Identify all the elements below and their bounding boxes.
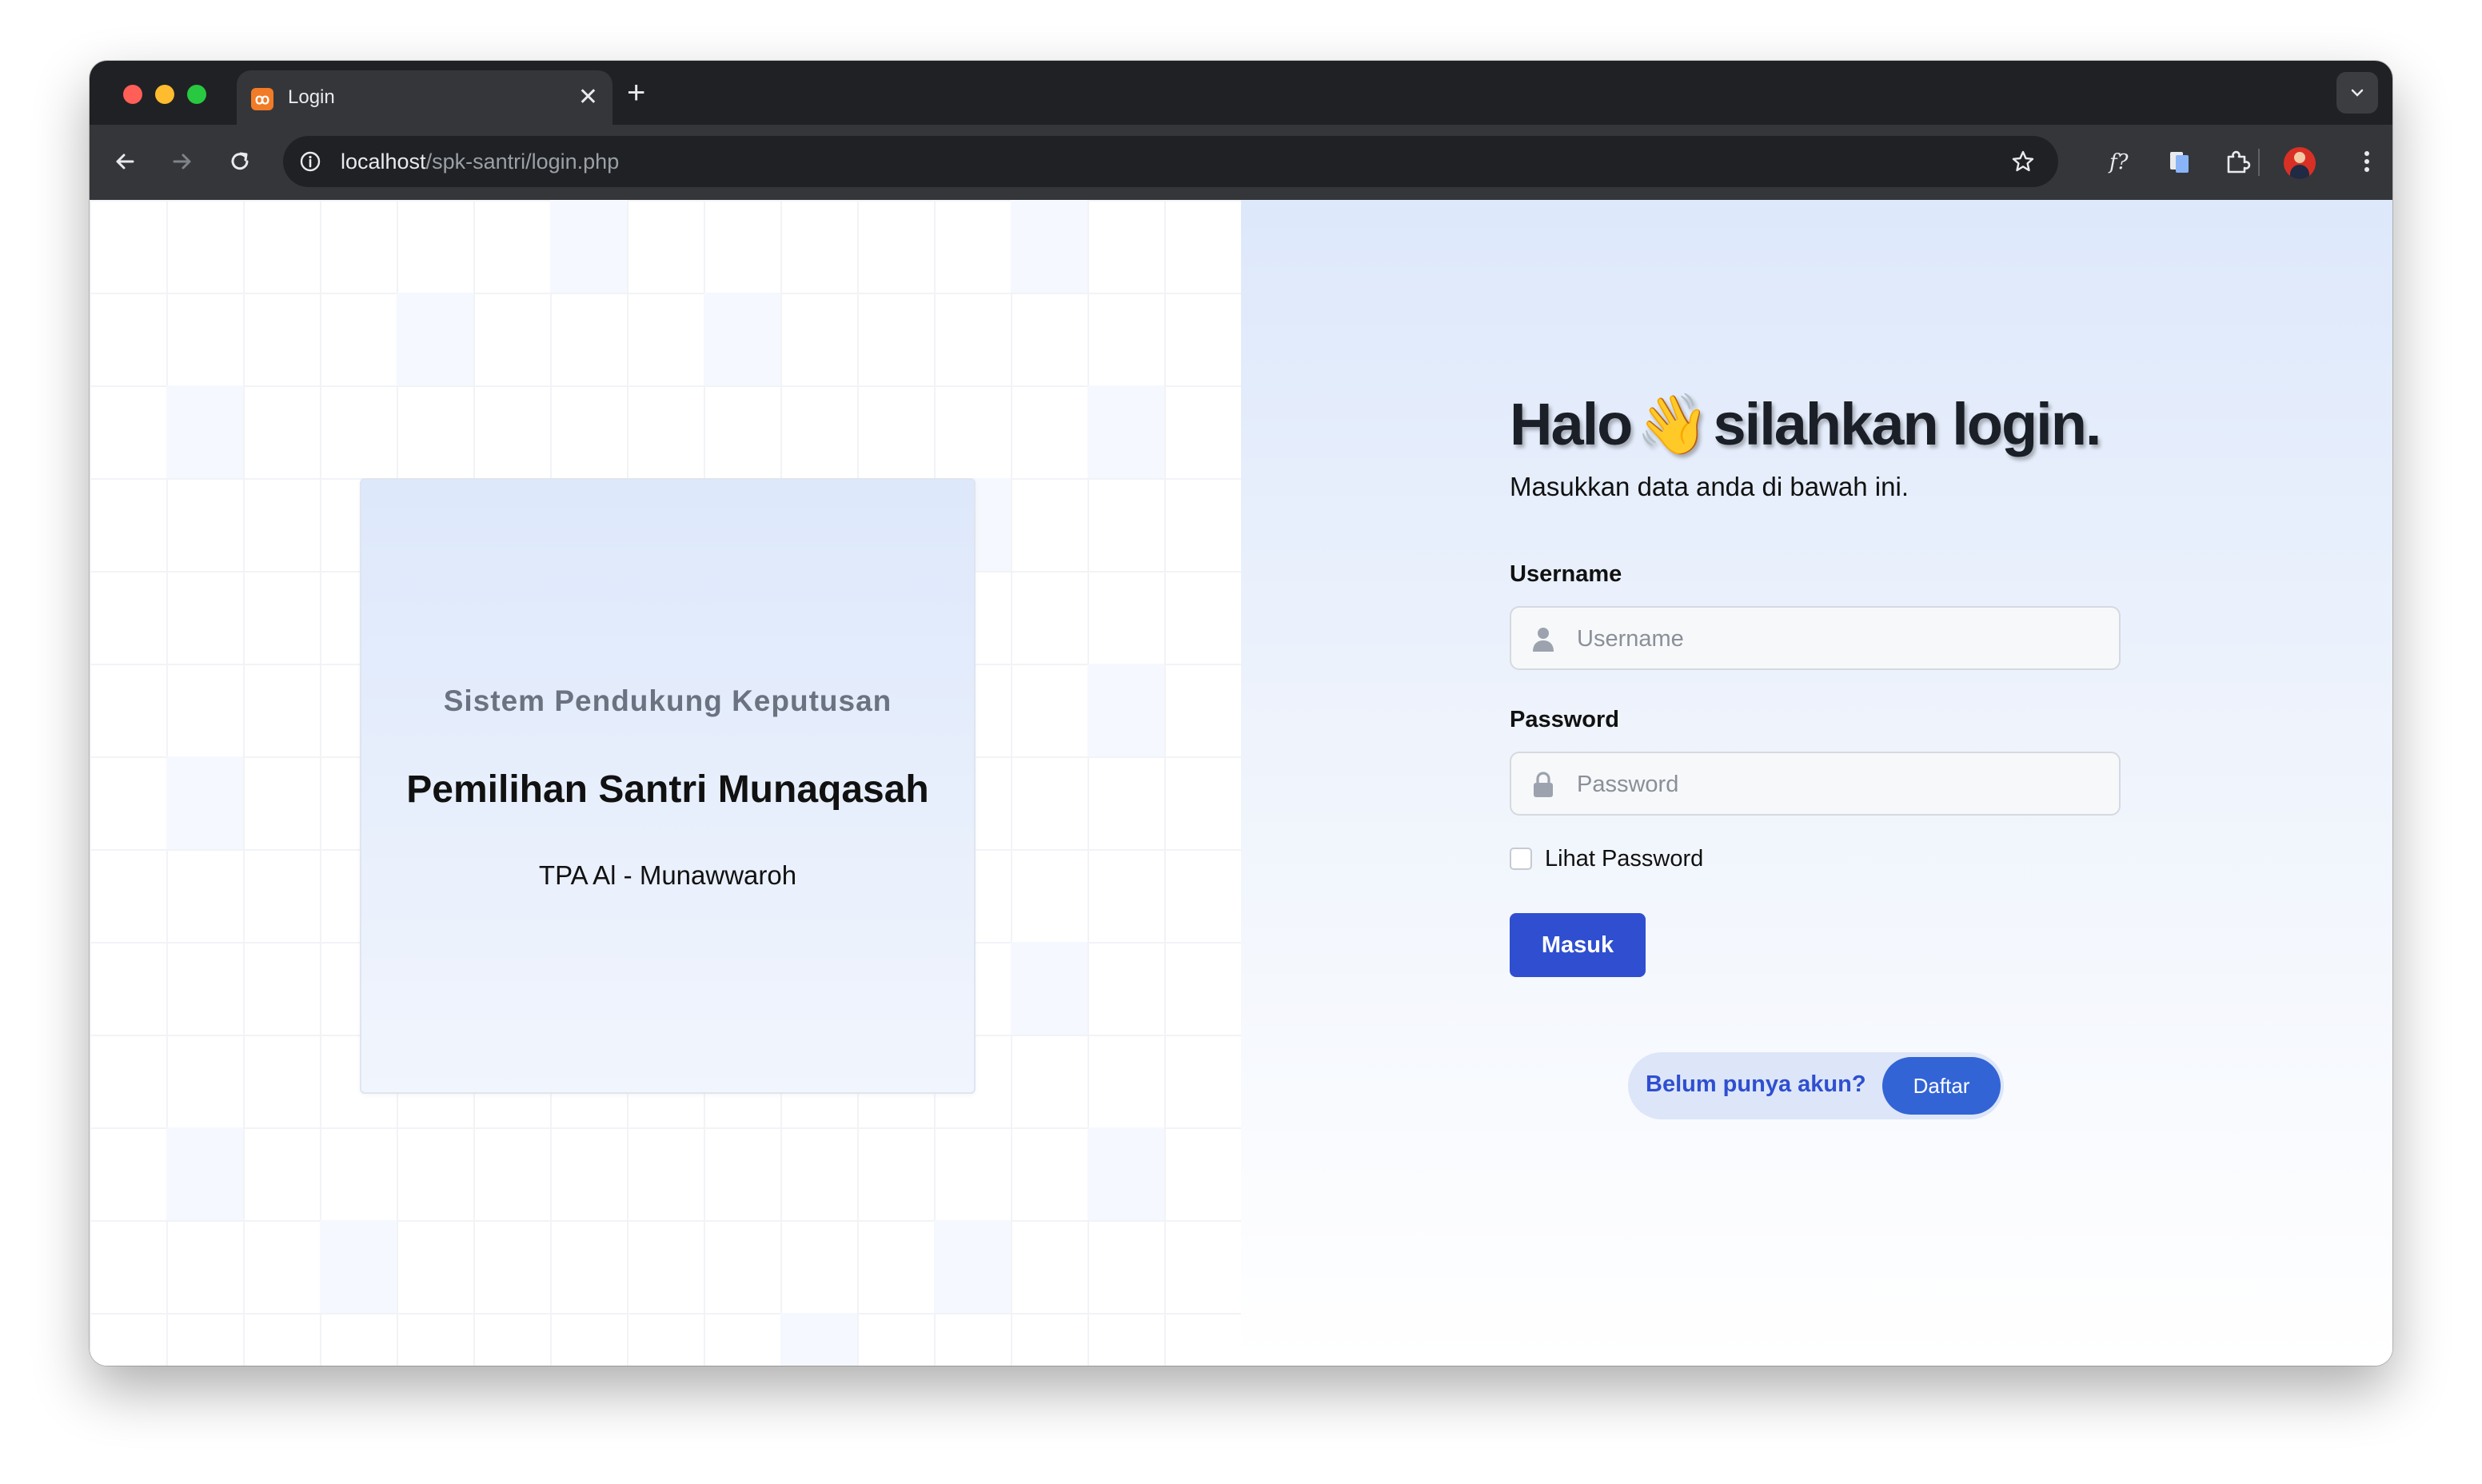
lock-icon bbox=[1534, 772, 1553, 797]
extensions-puzzle-icon[interactable] bbox=[2223, 147, 2252, 176]
tab-search-button[interactable] bbox=[2336, 72, 2378, 114]
tab-title: Login bbox=[288, 86, 335, 108]
url-path: /spk-santri/login.php bbox=[425, 150, 620, 174]
username-field[interactable] bbox=[1510, 606, 2121, 670]
reload-icon[interactable] bbox=[225, 147, 254, 176]
register-prompt-text: Belum punya akun? bbox=[1646, 1071, 1866, 1097]
tab-login[interactable]: ꝏ Login ✕ bbox=[237, 70, 613, 125]
heading-instruction: silahkan login. bbox=[1713, 391, 2102, 457]
browser-window: ꝏ Login ✕ + localhost/spk-santri/login.p… bbox=[90, 61, 2392, 1366]
login-panel: Halo👋silahkan login. Masukkan data anda … bbox=[1241, 200, 2392, 1366]
more-menu-icon[interactable] bbox=[2352, 147, 2381, 176]
register-prompt: Belum punya akun? Daftar bbox=[1628, 1052, 2004, 1119]
heading-greeting: Halo bbox=[1510, 391, 1633, 457]
decorative-grid-panel: Sistem Pendukung Keputusan Pemilihan San… bbox=[90, 200, 1241, 1366]
site-info-icon[interactable] bbox=[299, 150, 321, 173]
app-title: Pemilihan Santri Munaqasah bbox=[406, 768, 929, 811]
close-icon[interactable]: ✕ bbox=[578, 83, 598, 112]
forward-arrow-icon[interactable] bbox=[168, 147, 197, 176]
profile-avatar[interactable] bbox=[2284, 147, 2316, 179]
new-tab-button[interactable]: + bbox=[627, 77, 645, 109]
svg-text:f?: f? bbox=[2108, 150, 2129, 174]
page-content: Sistem Pendukung Keputusan Pemilihan San… bbox=[90, 200, 2392, 1366]
url-text[interactable]: localhost/spk-santri/login.php bbox=[341, 150, 619, 174]
url-host: localhost bbox=[341, 150, 426, 174]
login-submit-button[interactable]: Masuk bbox=[1510, 913, 1646, 977]
waving-hand-icon: 👋 bbox=[1636, 391, 1710, 457]
close-window-button[interactable] bbox=[123, 85, 142, 104]
login-heading: Halo👋silahkan login. bbox=[1510, 390, 2102, 460]
username-input[interactable] bbox=[1575, 608, 2106, 670]
register-button[interactable]: Daftar bbox=[1882, 1057, 2001, 1115]
password-label: Password bbox=[1510, 707, 1619, 732]
minimize-window-button[interactable] bbox=[155, 85, 174, 104]
app-subtitle: Sistem Pendukung Keputusan bbox=[443, 684, 892, 717]
browser-toolbar: localhost/spk-santri/login.php f? bbox=[90, 125, 2392, 200]
tab-strip: ꝏ Login ✕ + bbox=[90, 61, 2392, 125]
address-bar[interactable]: localhost/spk-santri/login.php bbox=[283, 136, 2058, 187]
organization-name: TPA Al - Munawwaroh bbox=[538, 860, 797, 890]
app-info-card: Sistem Pendukung Keputusan Pemilihan San… bbox=[360, 478, 976, 1094]
login-subheading: Masukkan data anda di bawah ini. bbox=[1510, 472, 1909, 501]
user-icon bbox=[1533, 628, 1554, 652]
toolbar-divider bbox=[2258, 149, 2260, 176]
documents-extension-icon[interactable] bbox=[2165, 147, 2194, 176]
back-arrow-icon[interactable] bbox=[110, 147, 139, 176]
show-password-checkbox[interactable] bbox=[1510, 848, 1532, 870]
password-input[interactable] bbox=[1575, 753, 2106, 816]
password-field[interactable] bbox=[1510, 752, 2121, 816]
maximize-window-button[interactable] bbox=[187, 85, 206, 104]
show-password-label[interactable]: Lihat Password bbox=[1545, 846, 1703, 872]
chevron-down-icon bbox=[2351, 89, 2364, 97]
font-finder-icon[interactable]: f? bbox=[2106, 147, 2135, 176]
xampp-icon: ꝏ bbox=[251, 88, 273, 110]
bookmark-star-icon[interactable] bbox=[2010, 149, 2036, 174]
username-label: Username bbox=[1510, 561, 1622, 587]
